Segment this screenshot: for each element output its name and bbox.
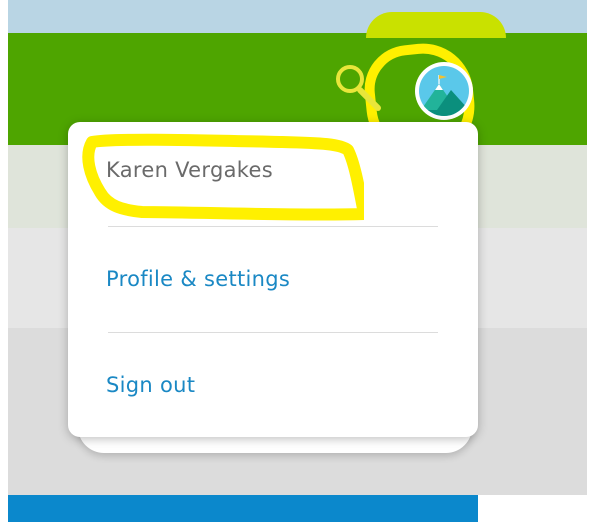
search-icon: [336, 65, 381, 111]
user-display-name: Karen Vergakes: [106, 158, 273, 182]
menu-divider: [108, 226, 438, 227]
menu-divider: [108, 332, 438, 333]
mountain-avatar-icon: [419, 66, 469, 116]
bottom-edge: [478, 495, 597, 522]
right-edge: [587, 0, 597, 522]
left-edge: [0, 0, 8, 522]
account-avatar-button[interactable]: [415, 62, 473, 120]
search-button[interactable]: [332, 60, 384, 112]
highlighter-mark-top: [366, 12, 506, 38]
sign-out-link[interactable]: Sign out: [106, 373, 195, 397]
profile-settings-link[interactable]: Profile & settings: [106, 267, 290, 291]
top-strip: [0, 0, 597, 33]
blue-content-bar: [0, 495, 478, 522]
account-dropdown-menu: Karen Vergakes Profile & settings Sign o…: [68, 122, 478, 437]
